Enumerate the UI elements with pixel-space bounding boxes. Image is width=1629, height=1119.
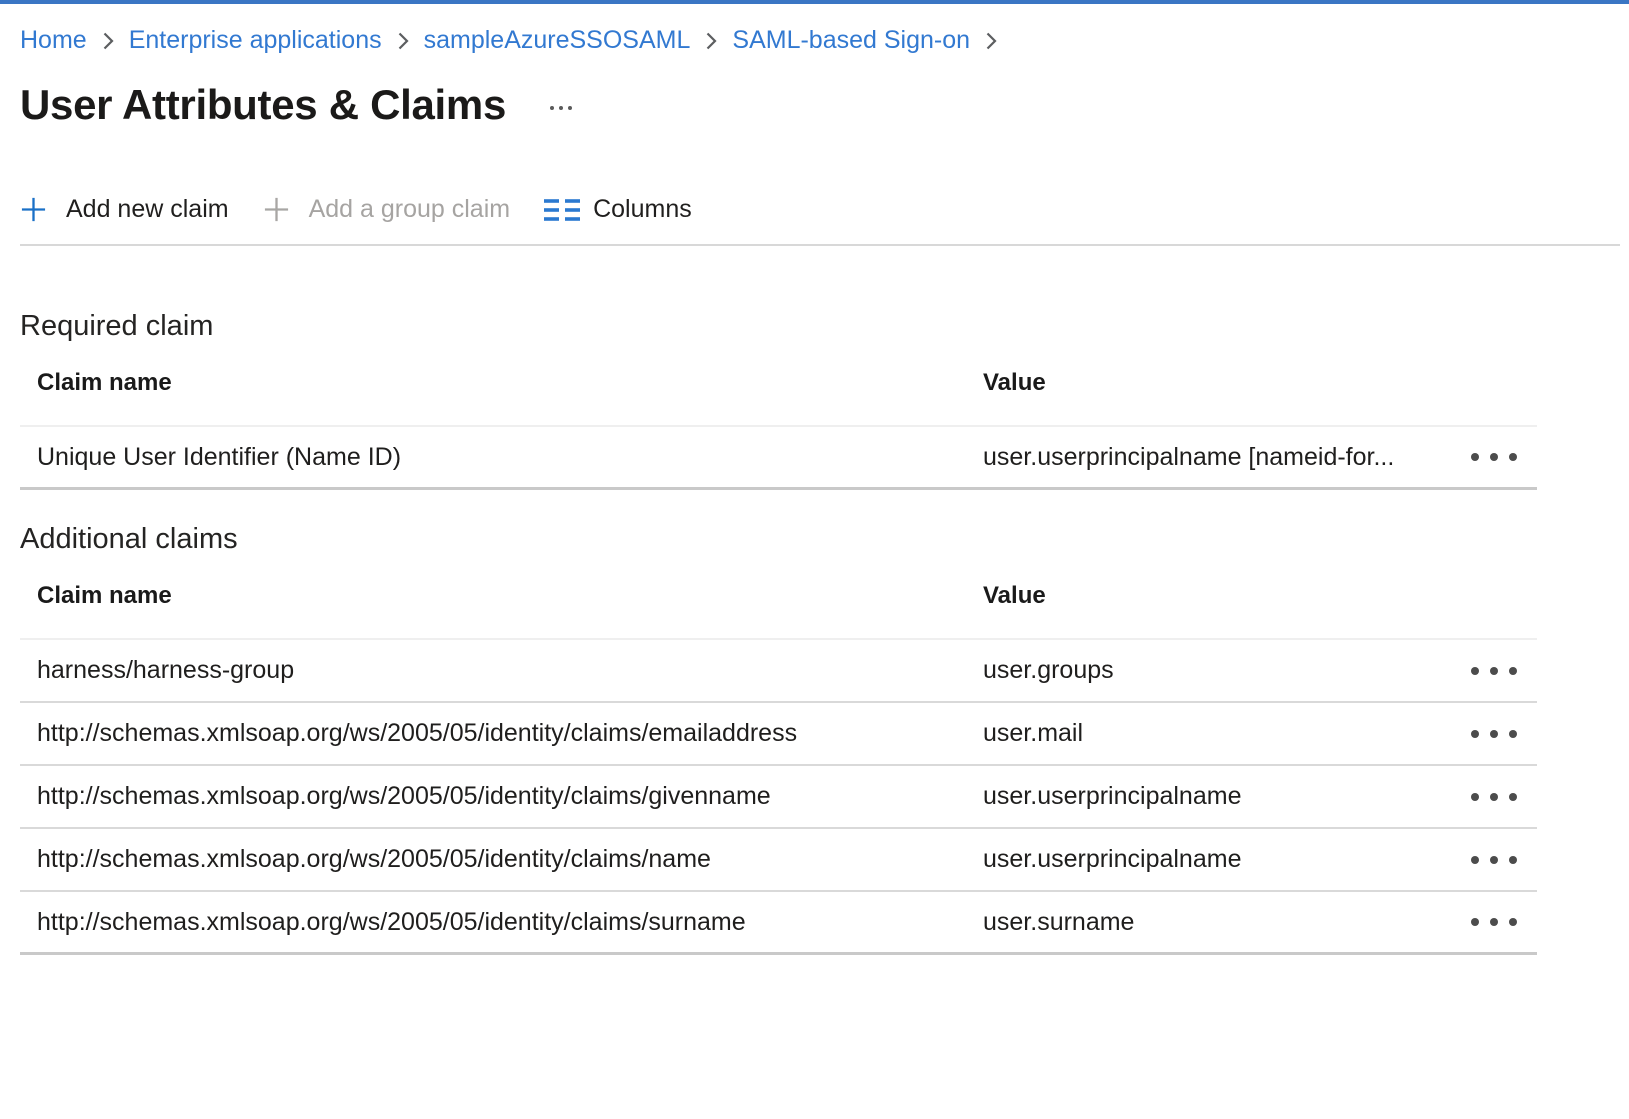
columns-button[interactable]: Columns [544,195,692,224]
claim-value-cell: user.surname [983,908,1467,937]
table-header-row: Claim name Value [20,343,1537,427]
claim-value-cell: user.mail [983,719,1467,748]
column-header-value: Value [983,582,1537,610]
chevron-right-icon [101,29,115,53]
chevron-right-icon [984,29,998,53]
column-header-claim-name: Claim name [20,369,983,397]
claim-name-cell: http://schemas.xmlsoap.org/ws/2005/05/id… [20,782,983,811]
claim-name-cell: Unique User Identifier (Name ID) [20,443,983,472]
claim-name-cell: http://schemas.xmlsoap.org/ws/2005/05/id… [20,845,983,874]
columns-icon [544,197,580,223]
page: Home Enterprise applications sampleAzure… [0,4,1629,955]
claim-value-cell: user.userprincipalname [nameid-for... [983,443,1467,472]
plus-icon [20,196,47,223]
breadcrumb: Home Enterprise applications sampleAzure… [20,4,1629,55]
toolbar: Add new claim Add a group claim Columns [20,195,1629,224]
plus-icon [263,196,290,223]
ellipsis-icon [550,106,572,110]
column-header-value: Value [983,369,1537,397]
table-row-surname[interactable]: http://schemas.xmlsoap.org/ws/2005/05/id… [20,892,1537,955]
breadcrumb-item-enterprise-applications[interactable]: Enterprise applications [129,25,382,55]
chevron-right-icon [396,29,410,53]
claim-name-cell: http://schemas.xmlsoap.org/ws/2005/05/id… [20,719,983,748]
claim-name-cell: http://schemas.xmlsoap.org/ws/2005/05/id… [20,908,983,937]
ellipsis-icon [1471,667,1517,675]
row-menu-button[interactable] [1467,445,1521,469]
table-row-emailaddress[interactable]: http://schemas.xmlsoap.org/ws/2005/05/id… [20,703,1537,766]
add-group-claim-button[interactable]: Add a group claim [263,195,511,224]
more-menu-button[interactable] [548,100,574,110]
row-menu-button[interactable] [1467,659,1521,683]
ellipsis-icon [1471,453,1517,461]
toolbar-divider [20,244,1620,246]
title-row: User Attributes & Claims [20,81,1629,129]
add-new-claim-button[interactable]: Add new claim [20,195,229,224]
table-row-harness-group[interactable]: harness/harness-group user.groups [20,640,1537,703]
claim-value-cell: user.userprincipalname [983,845,1467,874]
columns-label: Columns [593,195,692,224]
breadcrumb-item-saml-sign-on[interactable]: SAML-based Sign-on [732,25,970,55]
row-menu-button[interactable] [1467,848,1521,872]
row-menu-button[interactable] [1467,722,1521,746]
additional-claims-heading: Additional claims [20,522,1629,556]
table-row-unique-user-identifier[interactable]: Unique User Identifier (Name ID) user.us… [20,427,1537,490]
table-header-row: Claim name Value [20,556,1537,640]
required-claim-heading: Required claim [20,309,1629,343]
row-menu-button[interactable] [1467,785,1521,809]
add-group-claim-label: Add a group claim [309,195,511,224]
row-menu-button[interactable] [1467,910,1521,934]
ellipsis-icon [1471,730,1517,738]
page-title: User Attributes & Claims [20,81,506,129]
claim-value-cell: user.userprincipalname [983,782,1467,811]
required-claims-table: Claim name Value Unique User Identifier … [20,343,1537,490]
breadcrumb-item-app[interactable]: sampleAzureSSOSAML [424,25,691,55]
ellipsis-icon [1471,793,1517,801]
ellipsis-icon [1471,856,1517,864]
column-header-claim-name: Claim name [20,582,983,610]
ellipsis-icon [1471,918,1517,926]
chevron-right-icon [704,29,718,53]
claim-name-cell: harness/harness-group [20,656,983,685]
table-row-name[interactable]: http://schemas.xmlsoap.org/ws/2005/05/id… [20,829,1537,892]
breadcrumb-item-home[interactable]: Home [20,25,87,55]
table-row-givenname[interactable]: http://schemas.xmlsoap.org/ws/2005/05/id… [20,766,1537,829]
add-new-claim-label: Add new claim [66,195,229,224]
claim-value-cell: user.groups [983,656,1467,685]
additional-claims-table: Claim name Value harness/harness-group u… [20,556,1537,955]
